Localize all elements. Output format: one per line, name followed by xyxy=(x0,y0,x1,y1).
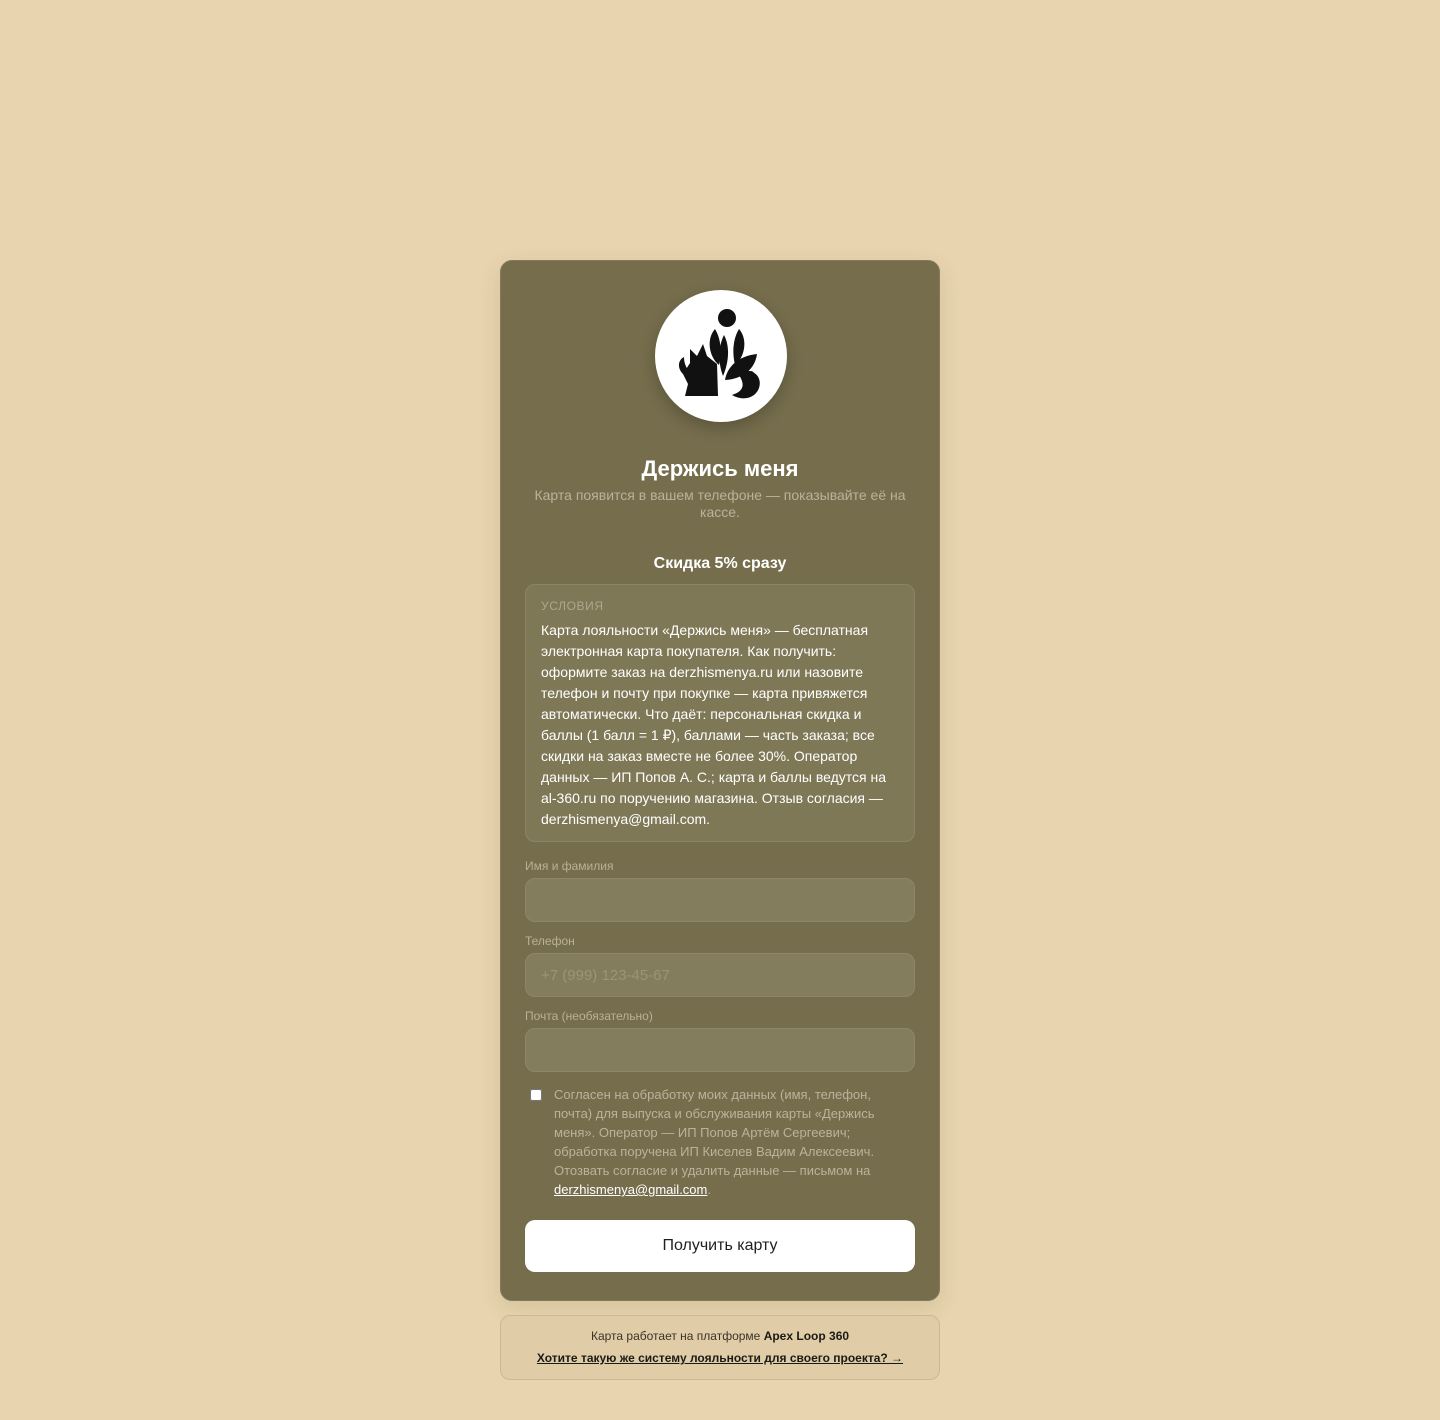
email-label: Почта (необязательно) xyxy=(525,1009,653,1023)
card-subtitle: Карта появится в вашем телефоне — показы… xyxy=(534,487,906,520)
platform-footer: Карта работает на платформе Apex Loop 36… xyxy=(500,1315,940,1380)
terms-text: Карта лояльности «Держись меня» — беспла… xyxy=(541,622,886,827)
loyalty-card-panel: Держись меня Карта появится в вашем теле… xyxy=(500,260,940,1301)
consent-period: . xyxy=(707,1182,711,1197)
brand-title: Держись меня xyxy=(641,455,799,481)
terms-panel: УСЛОВИЯ Карта лояльности «Держись меня» … xyxy=(525,584,915,842)
consent-body: Согласен на обработку моих данных (имя, … xyxy=(554,1087,875,1178)
consent-checkbox[interactable] xyxy=(530,1089,542,1101)
platform-prefix: Карта работает на платформе xyxy=(590,1329,764,1343)
phone-label: Телефон xyxy=(525,934,575,948)
get-card-button[interactable]: Получить карту xyxy=(525,1220,915,1272)
consent-email-link[interactable]: derzhismenya@gmail.com xyxy=(554,1182,707,1197)
platform-name: Apex Loop 360 xyxy=(763,1329,850,1343)
name-label: Имя и фамилия xyxy=(525,859,614,873)
dog-plant-logo-icon xyxy=(678,309,760,399)
platform-credit: Карта работает на платформе Apex Loop 36… xyxy=(501,1329,939,1344)
email-input[interactable] xyxy=(525,1028,915,1072)
brand-logo xyxy=(655,290,787,422)
promo-text: Скидка 5% сразу xyxy=(653,555,787,572)
loyalty-system-link[interactable]: Хотите такую же систему лояльности для с… xyxy=(501,1351,939,1366)
terms-label: УСЛОВИЯ xyxy=(541,599,604,613)
phone-input[interactable] xyxy=(525,953,915,997)
name-input[interactable] xyxy=(525,878,915,922)
consent-text: Согласен на обработку моих данных (имя, … xyxy=(554,1085,899,1199)
